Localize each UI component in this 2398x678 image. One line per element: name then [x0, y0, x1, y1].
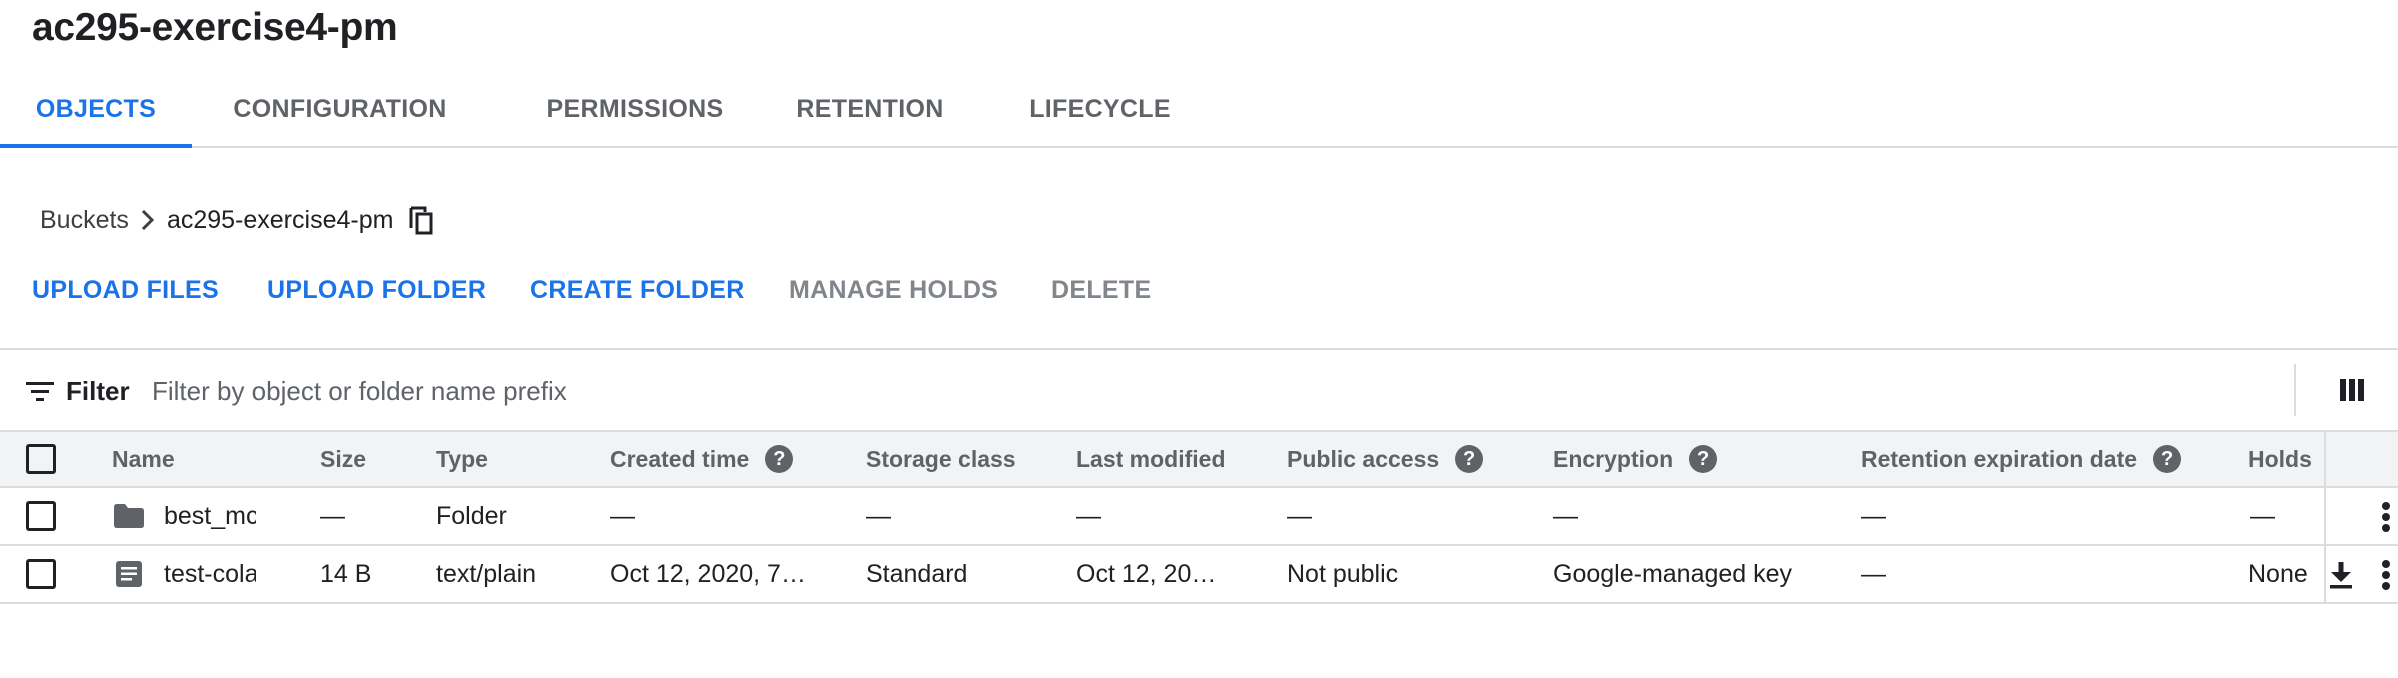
object-retention: — [1861, 559, 1886, 588]
create-folder-button[interactable]: CREATE FOLDER [530, 276, 745, 305]
table-row[interactable]: test-cola 14 B text/plain Oct 12, 2020, … [0, 546, 2398, 604]
bucket-title: ac295-exercise4-pm [32, 6, 398, 49]
column-display-options-icon[interactable] [2340, 378, 2364, 402]
column-header-public-access[interactable]: Public access ? [1287, 432, 1484, 486]
help-icon[interactable]: ? [1689, 445, 1718, 473]
column-header-retention[interactable]: Retention expiration date ? [1861, 432, 2182, 486]
object-name-link[interactable]: test-cola [164, 546, 256, 602]
filter-input[interactable] [150, 368, 1050, 414]
more-vert-icon[interactable] [2374, 498, 2398, 536]
file-icon [116, 546, 142, 602]
object-retention: — [1861, 501, 1886, 530]
upload-folder-button[interactable]: UPLOAD FOLDER [267, 276, 486, 305]
row-select-cell [26, 488, 56, 544]
object-name-link[interactable]: best_mc [164, 488, 256, 544]
folder-icon [114, 488, 144, 544]
row-actions-column [2324, 432, 2398, 486]
object-holds: None [2248, 559, 2308, 588]
object-encryption: Google-managed key [1553, 559, 1793, 588]
column-header-storage-class[interactable]: Storage class [866, 432, 1016, 486]
chevron-right-icon [129, 209, 167, 231]
column-header-last-modified[interactable]: Last modified [1076, 432, 1226, 486]
object-size: 14 B [320, 559, 372, 588]
select-all-cell [26, 432, 56, 486]
breadcrumb-current: ac295-exercise4-pm [166, 205, 394, 234]
toolbar-divider [2294, 364, 2296, 416]
breadcrumb-buckets-link[interactable]: Buckets [40, 206, 129, 235]
help-icon[interactable]: ? [2153, 445, 2182, 473]
column-header-holds[interactable]: Holds [2248, 432, 2312, 486]
object-name: best_mc [164, 501, 256, 530]
object-size: — [320, 501, 345, 530]
tab-configuration[interactable]: CONFIGURATION [210, 82, 470, 148]
column-header-public-access-label: Public access [1287, 445, 1440, 472]
object-type: text/plain [436, 559, 537, 588]
tab-permissions[interactable]: PERMISSIONS [516, 82, 754, 148]
object-storage-class: — [866, 501, 891, 530]
row-checkbox[interactable] [26, 559, 56, 589]
select-all-checkbox[interactable] [26, 444, 56, 474]
download-icon[interactable] [2326, 560, 2356, 590]
more-vert-icon[interactable] [2374, 556, 2398, 594]
object-public-access: Not public [1287, 559, 1399, 588]
filter-bar: Filter [0, 348, 2398, 430]
object-storage-class: Standard [866, 559, 968, 588]
object-name: test-cola [164, 559, 256, 588]
column-header-encryption[interactable]: Encryption ? [1553, 432, 1718, 486]
help-icon[interactable]: ? [765, 445, 794, 473]
column-header-encryption-label: Encryption [1553, 445, 1674, 472]
breadcrumb: Buckets ac295-exercise4-pm [40, 200, 435, 240]
filter-icon[interactable] [26, 380, 54, 404]
tab-retention[interactable]: RETENTION [774, 82, 966, 148]
row-checkbox[interactable] [26, 501, 56, 531]
row-select-cell [26, 546, 56, 602]
column-header-created[interactable]: Created time ? [610, 432, 794, 486]
delete-button[interactable]: DELETE [1051, 276, 1151, 305]
help-icon[interactable]: ? [1455, 445, 1484, 473]
object-type: Folder [436, 501, 507, 530]
active-tab-indicator [0, 144, 192, 148]
table-header: Name Size Type Created time ? Storage cl… [0, 430, 2398, 488]
manage-holds-button[interactable]: MANAGE HOLDS [789, 276, 998, 305]
object-created: Oct 12, 2020, 7… [610, 559, 806, 588]
copy-icon[interactable] [407, 204, 435, 236]
column-header-created-label: Created time [610, 445, 750, 472]
column-header-size[interactable]: Size [320, 432, 366, 486]
column-header-type[interactable]: Type [436, 432, 488, 486]
tab-objects[interactable]: OBJECTS [0, 82, 192, 148]
object-last-modified: Oct 12, 20… [1076, 559, 1217, 588]
tab-bar: OBJECTS CONFIGURATION PERMISSIONS RETENT… [0, 82, 2398, 148]
column-header-retention-label: Retention expiration date [1861, 445, 2138, 472]
table-row[interactable]: best_mc — Folder — — — — — — — [0, 488, 2398, 546]
object-holds: — [2250, 501, 2275, 530]
upload-files-button[interactable]: UPLOAD FILES [32, 276, 219, 305]
object-created: — [610, 501, 635, 530]
tab-lifecycle[interactable]: LIFECYCLE [1018, 82, 1182, 148]
object-public-access: — [1287, 501, 1312, 530]
column-header-name[interactable]: Name [112, 432, 175, 486]
filter-label[interactable]: Filter [66, 376, 130, 407]
object-last-modified: — [1076, 501, 1101, 530]
object-encryption: — [1553, 501, 1578, 530]
